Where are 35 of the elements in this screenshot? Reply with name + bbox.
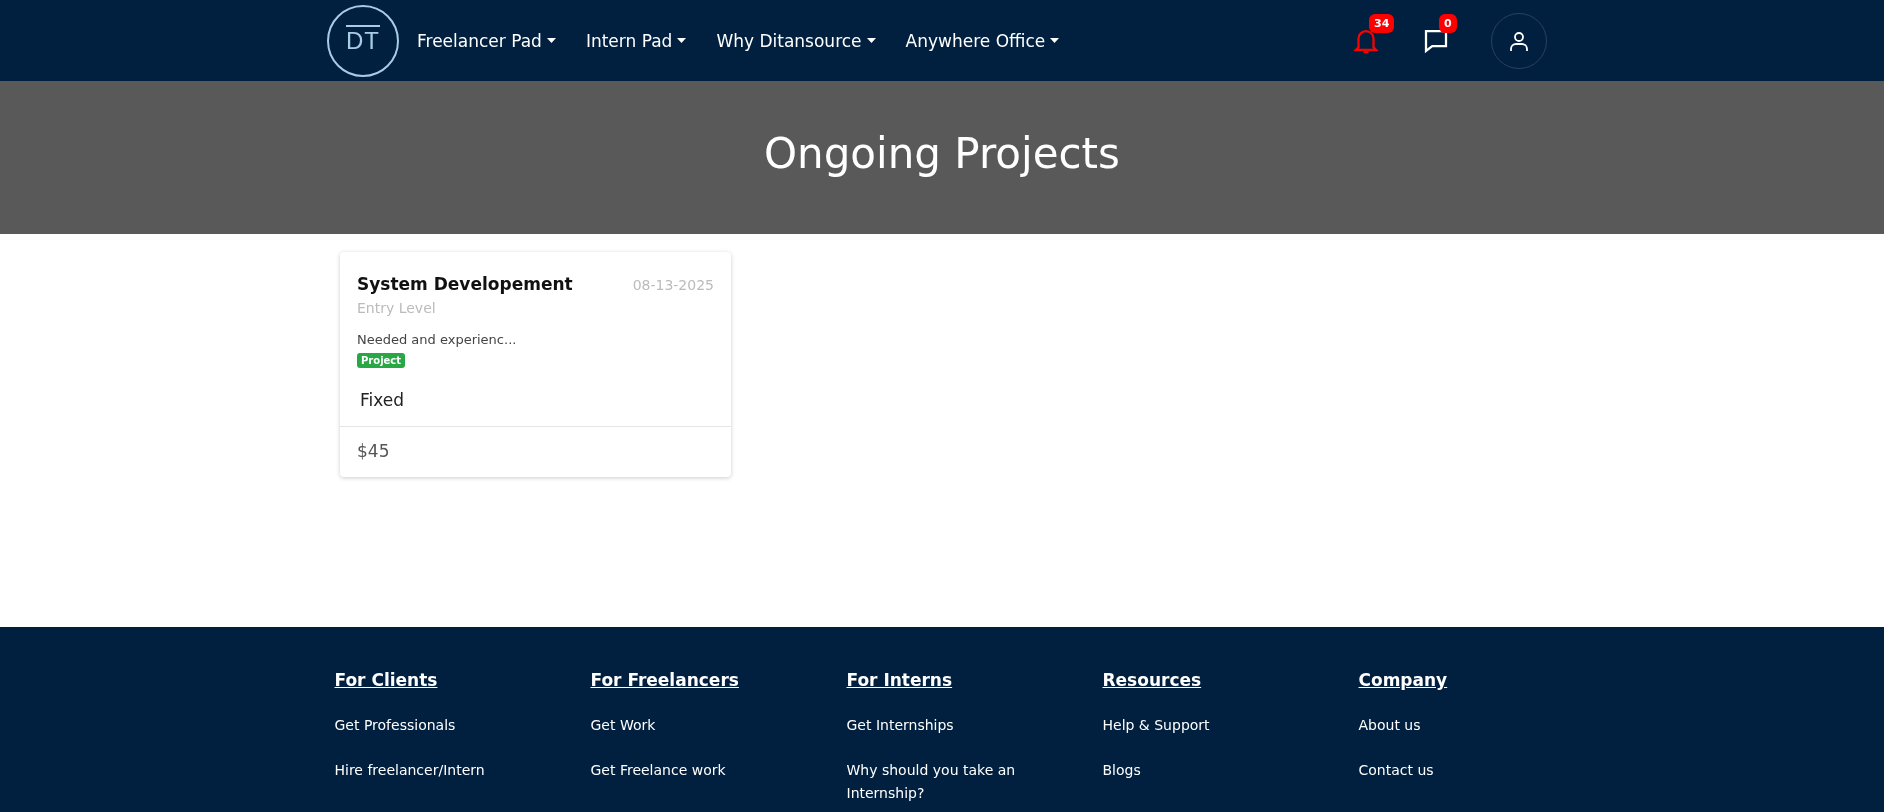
project-description: Needed and experienc... — [357, 332, 518, 347]
nav-menu-item[interactable]: Why Ditansource — [716, 30, 876, 51]
notification-count: 34 — [1369, 13, 1395, 33]
footer-link[interactable]: Blogs — [1102, 759, 1303, 782]
experience-level: Entry Level — [357, 300, 437, 316]
footer-link[interactable]: Why should you take an Internship? — [846, 759, 1047, 805]
price-type: Fixed — [360, 390, 406, 410]
message-count: 0 — [1439, 13, 1457, 33]
project-price: $45 — [357, 441, 390, 461]
caret-icon — [546, 38, 556, 43]
footer-link[interactable]: About us — [1358, 714, 1559, 737]
footer-link[interactable]: Contact us — [1358, 759, 1559, 782]
footer-heading: Resources — [1102, 670, 1203, 690]
caret-icon — [866, 38, 876, 43]
caret-icon — [677, 38, 687, 43]
footer-heading: Company — [1358, 670, 1449, 690]
caret-icon — [1050, 38, 1060, 43]
footer-link[interactable]: Get Internships — [846, 714, 1047, 737]
nav-menu-item[interactable]: Intern Pad — [585, 30, 687, 51]
footer-heading: For Freelancers — [590, 670, 740, 690]
nav-menu-item[interactable]: Anywhere Office — [905, 30, 1060, 51]
footer-link[interactable]: Help & Support — [1102, 714, 1303, 737]
footer-heading: For Interns — [846, 670, 954, 690]
footer-link[interactable]: Get Professionals — [334, 714, 535, 737]
footer-link[interactable]: Hire freelancer/Intern — [334, 759, 535, 782]
page-title: Ongoing Projects — [764, 129, 1120, 178]
nav-menu-item[interactable]: Freelancer Pad — [417, 30, 556, 51]
logo[interactable]: DT — [327, 4, 399, 77]
project-title: System Developement — [357, 274, 573, 294]
project-card[interactable]: System Developement 08-13-2025 Entry Level Needed and experienc... Project Fixed $45 — [340, 252, 731, 477]
project-date: 08-13-2025 — [632, 277, 714, 293]
footer-link[interactable]: Get Freelance work — [590, 759, 791, 782]
footer-heading: For Clients — [334, 670, 439, 690]
project-tag: Project — [357, 353, 406, 368]
footer-link[interactable]: Get Work — [590, 714, 791, 737]
